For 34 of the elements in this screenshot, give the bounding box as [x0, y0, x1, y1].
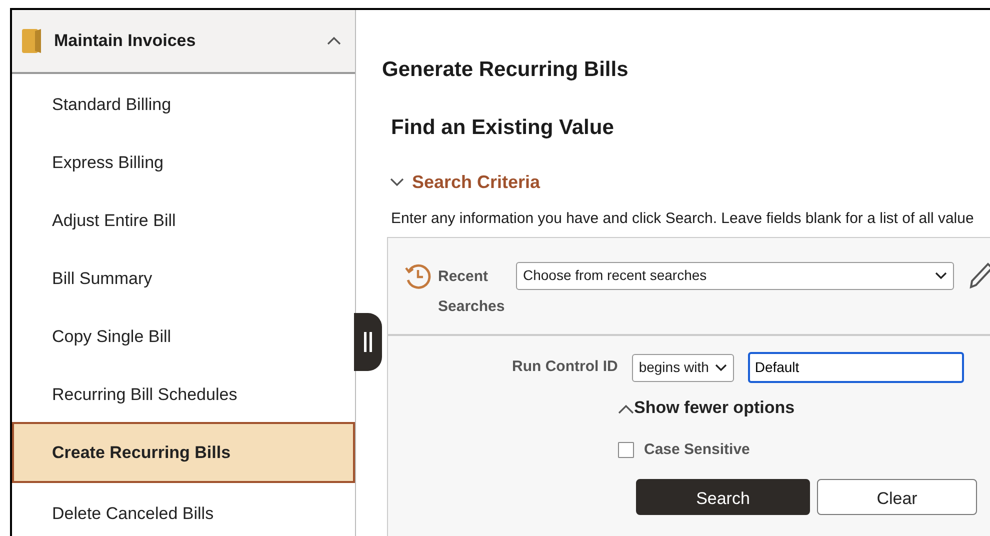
sidebar-item[interactable]: Standard Billing — [12, 74, 355, 132]
sidebar-header[interactable]: Maintain Invoices — [12, 10, 355, 74]
sidebar-item[interactable]: Express Billing — [12, 132, 355, 190]
field-label: Searches — [438, 296, 506, 316]
operator-dropdown[interactable]: begins with — [632, 354, 734, 382]
sidebar-item[interactable]: Create Recurring Bills — [12, 422, 355, 483]
chevron-up-icon[interactable] — [327, 36, 341, 46]
sidebar-title: Maintain Invoices — [54, 30, 197, 52]
chevron-down-icon — [714, 364, 727, 372]
checkbox[interactable] — [618, 442, 634, 458]
sidebar-item[interactable]: Copy Single Bill — [12, 306, 355, 364]
clear-button[interactable]: Clear — [817, 479, 977, 515]
search-criteria-toggle[interactable]: Search Criteria — [390, 169, 990, 196]
field-label: Run Control ID — [512, 357, 618, 378]
recent-searches-dropdown[interactable]: Choose from recent searches — [516, 262, 954, 290]
chevron-down-icon — [390, 178, 404, 187]
page-title: Generate Recurring Bills — [382, 57, 630, 83]
collapse-handle[interactable] — [354, 313, 382, 371]
sidebar-item[interactable]: Bill Summary — [12, 248, 355, 306]
pencil-icon[interactable] — [968, 262, 990, 290]
show-fewer-options-link[interactable]: Show fewer options — [618, 395, 795, 420]
checkbox-label: Case Sensitive — [644, 440, 750, 460]
sidebar-item[interactable]: Adjust Entire Bill — [12, 190, 355, 248]
sidebar-item[interactable]: Delete Canceled Bills — [12, 483, 355, 536]
field-label: Recent — [438, 266, 490, 286]
section-heading: Find an Existing Value — [391, 114, 615, 140]
sidebar-item[interactable]: Recurring Bill Schedules — [12, 364, 355, 422]
run-control-input[interactable]: Default — [748, 352, 964, 383]
instruction-text: Enter any information you have and click Search. Leave fields blank for a list of all value — [391, 209, 975, 229]
history-icon — [404, 262, 432, 290]
search-button[interactable]: Search — [636, 479, 810, 515]
chevron-up-icon — [618, 404, 634, 414]
folder-icon — [22, 28, 42, 54]
chevron-down-icon — [935, 272, 947, 280]
